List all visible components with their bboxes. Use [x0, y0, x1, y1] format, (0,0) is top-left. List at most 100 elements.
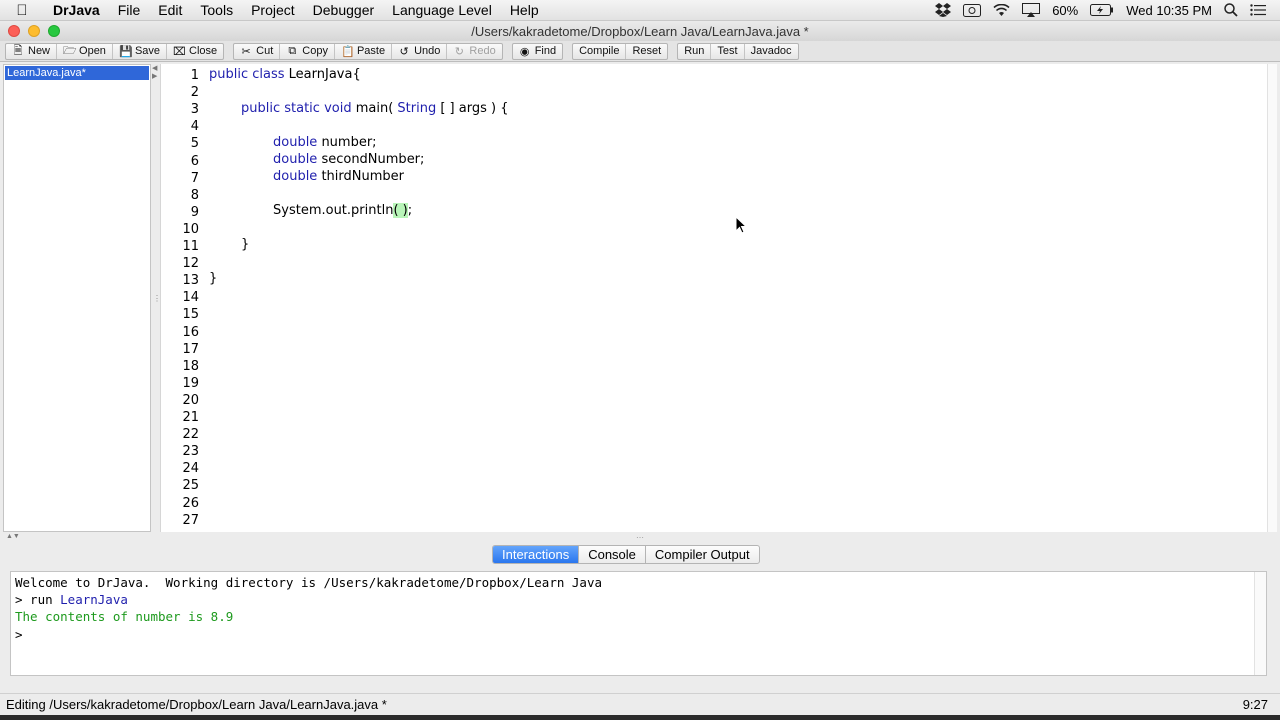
tab-interactions[interactable]: Interactions [493, 546, 580, 563]
cut-button[interactable]: ✂ Cut [234, 43, 281, 59]
bottom-tabs: Interactions Console Compiler Output [492, 545, 760, 564]
status-bar: Editing /Users/kakradetome/Dropbox/Learn… [0, 693, 1280, 715]
copy-button[interactable]: ⧉ Copy [280, 43, 335, 59]
redo-button[interactable]: ↻ Redo [447, 44, 501, 59]
line-number: 19 [182, 375, 199, 391]
line-number: 16 [182, 324, 199, 340]
open-button[interactable]: 🗁 Open [57, 43, 113, 59]
splitter-arrows-icon[interactable]: ▲▼ [6, 533, 20, 540]
line-number: 13 [182, 273, 199, 289]
find-button[interactable]: ◉ Find [513, 44, 562, 59]
run-command-line: > run LearnJava [15, 592, 128, 607]
edit-button-group: ✂ Cut ⧉ Copy 📋 Paste ↺ Undo ↻ Redo [233, 42, 503, 60]
menu-app[interactable]: DrJava [44, 0, 109, 21]
horizontal-splitter[interactable]: ▲▼ ⋯ [0, 533, 1280, 543]
menu-debugger[interactable]: Debugger [304, 0, 384, 21]
tab-console[interactable]: Console [579, 546, 646, 563]
welcome-message: Welcome to DrJava. Working directory is … [15, 575, 602, 590]
splitter-grip-icon[interactable]: ⋯ [636, 533, 644, 542]
menu-edit[interactable]: Edit [149, 0, 191, 21]
save-disk-icon: 💾 [118, 45, 133, 58]
line-number: 4 [190, 119, 199, 135]
expand-right-arrow-icon[interactable]: ▶ [152, 72, 157, 80]
airplay-display-icon[interactable] [1016, 0, 1046, 21]
wifi-icon[interactable] [987, 0, 1016, 21]
interactions-pane[interactable]: Welcome to DrJava. Working directory is … [10, 571, 1267, 676]
code-line-11: } [241, 237, 250, 252]
menu-language-level[interactable]: Language Level [383, 0, 501, 21]
interactions-scrollbar[interactable] [1254, 572, 1266, 675]
test-button[interactable]: Test [711, 43, 745, 59]
vertical-splitter[interactable]: ◀ ▶ ⋮ [151, 64, 161, 532]
cursor-position: 9:27 [1242, 697, 1268, 712]
close-button[interactable]: ⌧ Close [167, 44, 223, 59]
file-button-group: 🗎 New 🗁 Open 💾 Save ⌧ Close [5, 42, 225, 60]
code-line-7: double thirdNumber [273, 169, 404, 184]
line-number: 9 [190, 204, 199, 220]
facetime-camera-icon[interactable] [957, 0, 987, 21]
line-number: 23 [182, 444, 199, 460]
menu-file[interactable]: File [109, 0, 150, 21]
line-number: 14 [182, 290, 199, 306]
notification-center-icon[interactable] [1244, 0, 1272, 21]
copy-icon: ⧉ [288, 44, 297, 57]
line-number: 25 [182, 478, 199, 494]
line-number: 5 [190, 136, 199, 152]
battery-percent[interactable]: 60% [1046, 0, 1084, 21]
minimize-window-button[interactable] [28, 25, 40, 37]
line-number: 26 [182, 495, 199, 511]
code-line-1: public class LearnJava{ [209, 67, 361, 82]
dropbox-icon[interactable] [929, 0, 957, 21]
screen-bottom-edge [0, 715, 1280, 720]
zoom-window-button[interactable] [48, 25, 60, 37]
line-number: 1 [190, 68, 199, 83]
compile-button-group: Compile Reset [572, 42, 669, 60]
new-button[interactable]: 🗎 New [6, 43, 58, 59]
line-number: 15 [182, 307, 199, 323]
open-file-item[interactable]: LearnJava.java* [5, 66, 149, 80]
clipboard-icon: 📋 [340, 45, 355, 58]
redo-arrow-icon: ↻ [454, 45, 464, 58]
code-editor[interactable]: 1 2 3 4 5 6 7 8 9 10 11 12 13 14 15 16 17 18 19 20 21 22 23 24 2… [160, 64, 1277, 532]
compile-button[interactable]: Compile [573, 43, 627, 59]
apple-menu-icon[interactable]:  [0, 2, 44, 19]
menubar-status-area: 60% Wed 10:35 PM [929, 0, 1280, 21]
toolbar: 🗎 New 🗁 Open 💾 Save ⌧ Close ✂ Cut ⧉ Copy 📋 Past… [0, 41, 1280, 62]
close-window-button[interactable] [8, 25, 20, 37]
code-line-5: double number; [273, 135, 377, 150]
paste-button[interactable]: 📋 Paste [335, 43, 393, 59]
line-number: 20 [182, 392, 199, 408]
spotlight-search-icon[interactable] [1218, 0, 1244, 21]
menu-tools[interactable]: Tools [191, 0, 242, 21]
open-folder-icon: 🗁 [63, 44, 77, 57]
line-number: 27 [182, 512, 199, 528]
run-button[interactable]: Run [678, 43, 712, 59]
scissors-icon: ✂ [241, 45, 251, 58]
battery-icon[interactable] [1084, 0, 1120, 21]
reset-button[interactable]: Reset [626, 44, 667, 59]
line-number: 11 [182, 239, 199, 254]
line-number: 12 [182, 256, 199, 272]
binoculars-icon: ◉ [519, 45, 530, 58]
line-number: 6 [190, 153, 199, 169]
save-button[interactable]: 💾 Save [113, 43, 168, 59]
window-title-bar[interactable]: /Users/kakradetome/Dropbox/Learn Java/Le… [0, 21, 1280, 41]
line-number: 2 [190, 85, 199, 101]
line-number: 8 [190, 187, 199, 203]
menu-help[interactable]: Help [501, 0, 548, 21]
menubar-clock[interactable]: Wed 10:35 PM [1120, 0, 1218, 21]
line-number: 17 [182, 341, 199, 357]
input-prompt[interactable]: > [15, 627, 23, 642]
tab-compiler-output[interactable]: Compiler Output [646, 546, 759, 563]
collapse-left-arrow-icon[interactable]: ◀ [152, 64, 157, 72]
line-number: 10 [182, 221, 199, 237]
mouse-pointer-icon [735, 215, 748, 237]
line-number-gutter: 1 2 3 4 5 6 7 8 9 10 11 12 13 14 15 16 17 18 19 20 21 22 23 24 2… [161, 64, 201, 532]
line-number: 22 [182, 427, 199, 443]
javadoc-button[interactable]: Javadoc [745, 44, 798, 59]
editor-vertical-scrollbar[interactable] [1267, 64, 1277, 532]
code-line-6: double secondNumber; [273, 152, 425, 167]
undo-button[interactable]: ↺ Undo [392, 43, 448, 59]
code-line-3: public static void main( String [ ] args… [241, 101, 509, 116]
menu-project[interactable]: Project [242, 0, 304, 21]
